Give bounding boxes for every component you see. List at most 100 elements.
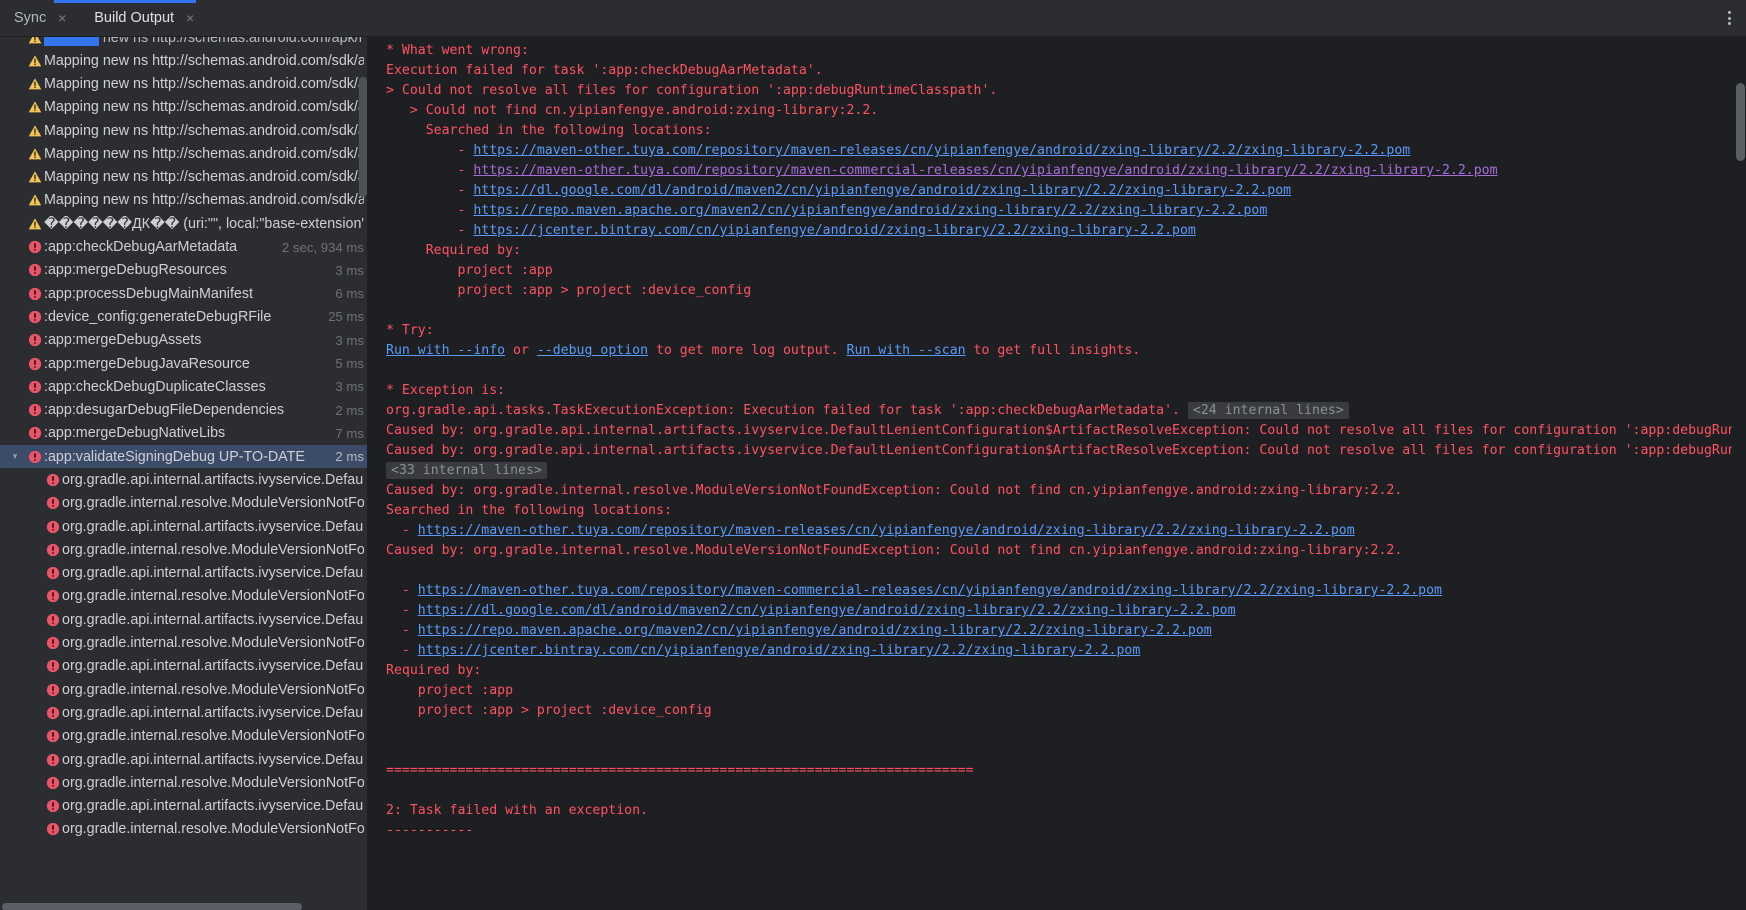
console-line[interactable]: - https://jcenter.bintray.com/cn/yipianf…	[368, 221, 1732, 241]
console-line[interactable]: - https://jcenter.bintray.com/cn/yipianf…	[368, 641, 1732, 661]
fold-badge[interactable]: <33 internal lines>	[386, 462, 547, 479]
tree-child-item[interactable]: org.gradle.internal.resolve.ModuleVersio…	[0, 492, 368, 515]
console-action-link[interactable]: --debug option	[537, 343, 648, 358]
console-line[interactable]: Caused by: org.gradle.api.internal.artif…	[368, 441, 1732, 461]
console-line[interactable]: - https://maven-other.tuya.com/repositor…	[368, 521, 1732, 541]
console-line[interactable]: ========================================…	[368, 761, 1732, 781]
tree-item[interactable]: Mapping new ns http://schemas.android.co…	[0, 189, 368, 212]
console-line[interactable]: Searched in the following locations:	[368, 501, 1732, 521]
tree-item[interactable]: Mapping new ns http://schemas.android.co…	[0, 165, 368, 188]
console-line[interactable]: Caused by: org.gradle.internal.resolve.M…	[368, 481, 1732, 501]
tree-row-clipped[interactable]: Mapping new ns http://schemas.android.co…	[0, 37, 368, 49]
console-line[interactable]: > Could not find cn.yipianfengye.android…	[368, 101, 1732, 121]
console-link[interactable]: https://dl.google.com/dl/android/maven2/…	[418, 603, 1236, 618]
console-line[interactable]: project :app	[368, 681, 1732, 701]
console-line[interactable]	[368, 721, 1732, 741]
console-line[interactable]	[368, 361, 1732, 381]
console-line[interactable]: -----------	[368, 821, 1732, 841]
console-line[interactable]: - https://repo.maven.apache.org/maven2/c…	[368, 621, 1732, 641]
console-line[interactable]: project :app > project :device_config	[368, 281, 1732, 301]
console-line[interactable]: ›Caused by: org.gradle.api.internal.arti…	[368, 421, 1732, 441]
console-line[interactable]: Execution failed for task ':app:checkDeb…	[368, 61, 1732, 81]
tree-child-item[interactable]: org.gradle.api.internal.artifacts.ivyser…	[0, 515, 368, 538]
tree-vertical-scrollbar[interactable]	[359, 77, 367, 197]
console-link[interactable]: https://jcenter.bintray.com/cn/yipianfen…	[418, 643, 1141, 658]
build-tree[interactable]: Mapping new ns http://schemas.android.co…	[0, 37, 368, 910]
tree-item[interactable]: Mapping new ns http://schemas.android.co…	[0, 72, 368, 95]
console-line[interactable]: Required by:	[368, 661, 1732, 681]
console-line[interactable]: - https://dl.google.com/dl/android/maven…	[368, 181, 1732, 201]
console-line[interactable]: - https://repo.maven.apache.org/maven2/c…	[368, 201, 1732, 221]
tree-horizontal-scrollbar[interactable]	[2, 903, 302, 910]
tree-child-item[interactable]: org.gradle.internal.resolve.ModuleVersio…	[0, 771, 368, 794]
tree-item[interactable]: Mapping new ns http://schemas.android.co…	[0, 119, 368, 142]
console-panel[interactable]: * What went wrong: Execution failed for t…	[368, 37, 1746, 910]
console-line[interactable]: Required by:	[368, 241, 1732, 261]
console-link[interactable]: https://repo.maven.apache.org/maven2/cn/…	[418, 623, 1212, 638]
tree-item[interactable]: :app:mergeDebugAssets 3 ms	[0, 329, 368, 352]
console-link[interactable]: https://maven-other.tuya.com/repository/…	[418, 583, 1442, 598]
console-line[interactable]: * Try:	[368, 321, 1732, 341]
tree-child-item[interactable]: org.gradle.api.internal.artifacts.ivyser…	[0, 748, 368, 771]
tree-child-item[interactable]: org.gradle.api.internal.artifacts.ivyser…	[0, 468, 368, 491]
console-link[interactable]: https://dl.google.com/dl/android/maven2/…	[473, 183, 1291, 198]
tree-child-item[interactable]: org.gradle.internal.resolve.ModuleVersio…	[0, 818, 368, 841]
console-action-link[interactable]: Run with --info	[386, 343, 505, 358]
console-line[interactable]: * What went wrong:	[368, 41, 1732, 61]
close-icon[interactable]: ×	[184, 11, 196, 25]
tree-item[interactable]: :app:mergeDebugResources 3 ms	[0, 259, 368, 282]
tree-item[interactable]: :app:mergeDebugJavaResource 5 ms	[0, 352, 368, 375]
console-line[interactable]: project :app	[368, 261, 1732, 281]
fold-badge[interactable]: <24 internal lines>	[1187, 402, 1349, 419]
tab-build-output[interactable]: Build Output ×	[80, 0, 208, 36]
tree-item[interactable]: :app:processDebugMainManifest 6 ms	[0, 282, 368, 305]
console-line[interactable]: - https://maven-other.tuya.com/repositor…	[368, 581, 1732, 601]
console-line[interactable]: * Exception is:	[368, 381, 1732, 401]
tree-item-selected[interactable]: ▾:app:validateSigningDebug UP-TO-DATE 2 m…	[0, 445, 368, 469]
close-icon[interactable]: ×	[56, 11, 68, 25]
console-action-link[interactable]: Run with --scan	[847, 343, 966, 358]
tree-child-item[interactable]: org.gradle.internal.resolve.ModuleVersio…	[0, 538, 368, 561]
console-line[interactable]: ›org.gradle.api.tasks.TaskExecutionExcep…	[368, 401, 1732, 421]
tree-child-item[interactable]: org.gradle.api.internal.artifacts.ivyser…	[0, 795, 368, 818]
tree-item[interactable]: Mapping new ns http://schemas.android.co…	[0, 142, 368, 165]
tree-item[interactable]: :app:checkDebugDuplicateClasses 3 ms	[0, 375, 368, 398]
console-line[interactable]	[368, 561, 1732, 581]
tree-item[interactable]: :app:checkDebugAarMetadata 2 sec, 934 ms	[0, 235, 368, 258]
tree-child-item[interactable]: org.gradle.internal.resolve.ModuleVersio…	[0, 725, 368, 748]
console-link[interactable]: https://jcenter.bintray.com/cn/yipianfen…	[473, 223, 1196, 238]
tree-child-item[interactable]: org.gradle.api.internal.artifacts.ivyser…	[0, 701, 368, 724]
console-link[interactable]: https://repo.maven.apache.org/maven2/cn/…	[473, 203, 1267, 218]
tree-item[interactable]: :app:mergeDebugNativeLibs 7 ms	[0, 422, 368, 445]
tree-item[interactable]: Mapping new ns http://schemas.android.co…	[0, 96, 368, 119]
tree-child-item[interactable]: org.gradle.api.internal.artifacts.ivyser…	[0, 562, 368, 585]
tree-child-item[interactable]: org.gradle.internal.resolve.ModuleVersio…	[0, 678, 368, 701]
console-line[interactable]: - https://dl.google.com/dl/android/maven…	[368, 601, 1732, 621]
console-link[interactable]: https://maven-other.tuya.com/repository/…	[418, 523, 1355, 538]
more-options-button[interactable]	[1712, 0, 1746, 36]
tree-item[interactable]: Mapping new ns http://schemas.android.co…	[0, 49, 368, 72]
console-line[interactable]: Caused by: org.gradle.internal.resolve.M…	[368, 541, 1732, 561]
console-line[interactable]	[368, 301, 1732, 321]
tree-child-item[interactable]: org.gradle.api.internal.artifacts.ivyser…	[0, 655, 368, 678]
console-line[interactable]: Searched in the following locations:	[368, 121, 1732, 141]
tree-child-item[interactable]: org.gradle.internal.resolve.ModuleVersio…	[0, 585, 368, 608]
console-line[interactable]	[368, 781, 1732, 801]
console-line[interactable]	[368, 741, 1732, 761]
console-line[interactable]: 2: Task failed with an exception.	[368, 801, 1732, 821]
console-link[interactable]: https://maven-other.tuya.com/repository/…	[473, 163, 1497, 178]
console-text[interactable]: * What went wrong: Execution failed for t…	[368, 37, 1732, 910]
tree-rows[interactable]: Mapping new ns http://schemas.android.co…	[0, 49, 368, 841]
console-line[interactable]: ›<33 internal lines>	[368, 461, 1732, 481]
console-line[interactable]: Run with --info or --debug option to get…	[368, 341, 1732, 361]
console-line[interactable]: project :app > project :device_config	[368, 701, 1732, 721]
tree-item[interactable]: ������ДК�� (uri:"", local:"base-extensio…	[0, 212, 368, 235]
tree-child-item[interactable]: org.gradle.internal.resolve.ModuleVersio…	[0, 631, 368, 654]
tree-item[interactable]: :device_config:generateDebugRFile 25 ms	[0, 305, 368, 328]
console-link[interactable]: https://maven-other.tuya.com/repository/…	[473, 143, 1410, 158]
console-line[interactable]: > Could not resolve all files for config…	[368, 81, 1732, 101]
chevron-down-icon[interactable]: ▾	[8, 452, 22, 461]
tree-item[interactable]: :app:desugarDebugFileDependencies 2 ms	[0, 398, 368, 421]
console-line[interactable]: - https://maven-other.tuya.com/repositor…	[368, 161, 1732, 181]
console-line[interactable]: - https://maven-other.tuya.com/repositor…	[368, 141, 1732, 161]
